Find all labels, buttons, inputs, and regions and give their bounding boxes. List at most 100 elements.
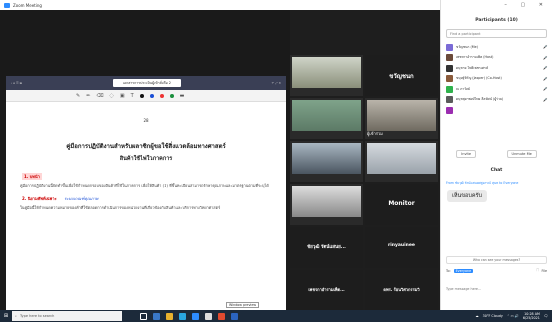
office-icon[interactable]: [218, 312, 225, 320]
participant-row[interactable]: ดนุชาย โพธิ์เพชรเศรษ์ 🎤: [446, 63, 549, 74]
window-preview-tooltip: Window preview: [226, 302, 260, 308]
video-feed: [292, 100, 361, 131]
participant-row-name: เพชรกาอำรามเพ็ต (Host): [456, 55, 494, 60]
video-tile[interactable]: เพชรกาอำรามเพ็ต...: [290, 270, 363, 311]
chrome-icon[interactable]: [205, 312, 212, 320]
zoom-titlebar: Zoom Meeting: [0, 0, 440, 10]
tablet-window-icons[interactable]: ↶ ⤢ ✕: [272, 81, 281, 85]
video-feed: [367, 143, 436, 174]
video-tile[interactable]: ขวัญชนก: [365, 55, 438, 96]
video-feed: [367, 100, 436, 131]
video-tile[interactable]: [290, 184, 363, 225]
taskbar-date: 6/25/2021: [522, 316, 540, 320]
participant-row[interactable]: ขนุษฐ์หิรัญ (Jasper) (Co-Host) 🎤: [446, 74, 549, 85]
video-tile[interactable]: [290, 55, 363, 96]
tablet-status-bar: ‹ ⌂ ☰ ⊞ เอกสารการประเมินผู้เข้าสั่งถือ 2…: [6, 76, 286, 90]
chat-message-input[interactable]: [446, 278, 547, 300]
more-icon[interactable]: ▬: [180, 93, 185, 99]
color-blue-icon[interactable]: [149, 93, 154, 98]
color-black-icon[interactable]: [139, 93, 144, 98]
avatar: [446, 54, 453, 62]
participant-row[interactable]: ดนุชสุดาพงษ์ไทย ลีลทัศน์ (ผู้ร่วม) 🎤: [446, 95, 549, 106]
avatar: [446, 96, 453, 104]
color-green-icon[interactable]: [169, 93, 174, 98]
video-tile[interactable]: Monitor: [365, 184, 438, 225]
participant-row-name: ดนุชาย โพธิ์เพชรเศรษ์: [456, 65, 488, 70]
recipient-select[interactable]: Everyone: [453, 269, 474, 273]
avatar: [446, 106, 453, 114]
avatar: [446, 75, 453, 83]
taskbar-search-box[interactable]: ⌕ Type here to search: [12, 311, 122, 321]
doc-subheading: สินค้าใช้ไฟใวภาคการ: [119, 156, 173, 162]
video-gallery: ขวัญชนก ผู้เข้าร่วม Monitor ชัยวุฒิ รัตน…: [290, 55, 440, 311]
zoom-app-icon[interactable]: [192, 312, 199, 320]
taskbar-clock[interactable]: 10:28 AM 6/25/2021: [523, 312, 540, 320]
video-tile[interactable]: ดพร. ร้อนวิศวกรรมวิ: [365, 270, 438, 311]
chat-recipient-row: To: Everyone 🗋 File: [446, 268, 547, 274]
search-icon: ⌕: [15, 314, 17, 318]
mic-icon: 🎤: [543, 97, 548, 102]
participant-name: ดพร. ร้อนวิศวกรรมวิ: [383, 287, 420, 292]
video-feed: [292, 57, 361, 88]
chat-title: Chat: [490, 168, 503, 173]
participant-row-name: ณ ภาวัลย์: [456, 86, 470, 91]
weather-icon[interactable]: ☁: [475, 314, 478, 318]
video-feed: [292, 143, 361, 174]
annotation-toolbar: ✎ ✏ ⌫ ◌ ▣ T ▬: [6, 90, 286, 102]
participant-row[interactable]: เพชรกาอำรามเพ็ต (Host) 🎤: [446, 53, 549, 64]
system-tray: ☁ 30°F Cloudy ⌃ ▭ 🔊 10:28 AM 6/25/2021 🗨: [475, 312, 552, 320]
participant-row[interactable]: ณ ภาวัลย์ 🎤: [446, 84, 549, 95]
participant-row[interactable]: [446, 105, 549, 116]
participant-name: เพชรกาอำรามเพ็ต...: [308, 287, 345, 292]
weather-text[interactable]: 30°F Cloudy: [483, 314, 503, 318]
unmute-me-button[interactable]: Unmute Me: [506, 150, 537, 158]
mic-muted-icon: 🎤: [543, 45, 548, 50]
taskbar-search-placeholder: Type here to search: [19, 314, 55, 318]
mic-icon: 🎤: [543, 55, 548, 60]
word-icon[interactable]: [231, 312, 238, 320]
video-tile[interactable]: [290, 141, 363, 182]
file-button[interactable]: File: [541, 269, 547, 273]
doc-title: เอกสารการประเมินผู้เข้าสั่งถือ 2: [112, 79, 182, 87]
participant-row-name: ขวัญชนก (Me): [456, 44, 478, 49]
video-tile[interactable]: [290, 98, 363, 139]
edge-icon[interactable]: [153, 312, 160, 320]
invite-button[interactable]: Invite: [456, 150, 477, 158]
chat-visibility-info[interactable]: Who can see your messages?: [446, 256, 547, 264]
tablet-screen: ‹ ⌂ ☰ ⊞ เอกสารการประเมินผู้เข้าสั่งถือ 2…: [6, 76, 286, 316]
participant-row-name: ดนุชสุดาพงษ์ไทย ลีลทัศน์ (ผู้ร่วม): [456, 97, 504, 102]
tray-icons[interactable]: ⌃ ▭ 🔊: [507, 314, 519, 318]
task-view-icon[interactable]: [140, 312, 147, 320]
participant-name: Monitor: [388, 200, 415, 207]
participant-name: ผู้เข้าร่วม: [367, 131, 383, 136]
video-tile[interactable]: ผู้เข้าร่วม: [365, 98, 438, 139]
windows-start-icon[interactable]: ⊞: [0, 313, 12, 319]
handwritten-note: ระบบเกณฑ์คุณภาพ: [64, 196, 99, 201]
video-tile[interactable]: ชัยวุฒิ รัตน์แสนย...: [290, 227, 363, 268]
chat-message: เห็นขอบครับ: [447, 190, 487, 202]
file-icon[interactable]: 🗋: [536, 268, 539, 274]
participant-name: ชัยวุฒิ รัตน์แสนย...: [307, 245, 346, 250]
pen-icon[interactable]: ✎: [76, 93, 80, 99]
file-explorer-icon[interactable]: [166, 312, 173, 320]
participant-name: ขวัญชนก: [389, 73, 414, 80]
window-title: Zoom Meeting: [13, 2, 42, 8]
image-icon[interactable]: ▣: [120, 93, 125, 99]
chat-sender-line: From ชัยวุฒิ รัตน์แสนยศสูงภรณ์ สุนท to E…: [446, 181, 519, 185]
lasso-icon[interactable]: ◌: [109, 93, 113, 99]
notification-icon[interactable]: 🗨: [544, 314, 548, 318]
window-controls[interactable]: – ▢ ✕: [504, 2, 549, 8]
mic-muted-icon: 🎤: [543, 76, 548, 81]
pencil-icon[interactable]: ✏: [86, 93, 90, 99]
video-tile[interactable]: rinyauinee: [365, 227, 438, 268]
color-red-icon[interactable]: [159, 93, 164, 98]
participant-search-input[interactable]: [446, 29, 547, 38]
side-panel: – ▢ ✕ Participants (10) ขวัญชนก (Me) 🎤 เ…: [440, 0, 552, 310]
tablet-nav-icons[interactable]: ‹ ⌂ ☰ ⊞: [11, 81, 22, 85]
participant-row[interactable]: ขวัญชนก (Me) 🎤: [446, 42, 549, 53]
text-icon[interactable]: T: [131, 93, 134, 99]
eraser-icon[interactable]: ⌫: [96, 93, 103, 99]
video-tile[interactable]: [365, 141, 438, 182]
avatar: [446, 43, 453, 51]
store-icon[interactable]: [179, 312, 186, 320]
